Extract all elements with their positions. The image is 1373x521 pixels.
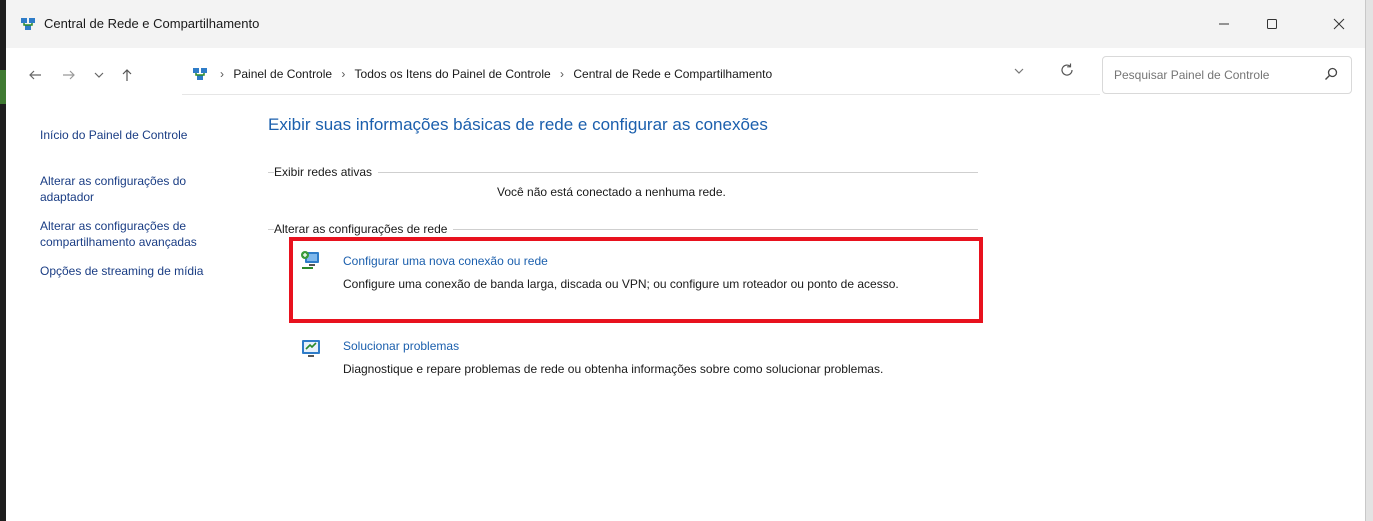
- breadcrumb-separator-icon[interactable]: ›: [341, 67, 345, 81]
- sidebar-item-adapter-settings[interactable]: Alterar as configurações do adaptador: [40, 173, 230, 205]
- close-icon: [1333, 18, 1345, 30]
- arrow-right-icon: [63, 70, 75, 80]
- recent-locations-button[interactable]: [88, 64, 110, 86]
- search-icon[interactable]: [1323, 66, 1339, 82]
- arrow-left-icon: [29, 70, 41, 80]
- refresh-icon: [1061, 63, 1073, 76]
- breadcrumb-item-central-rede[interactable]: Central de Rede e Compartilhamento: [573, 67, 772, 81]
- breadcrumb-item-todos-itens[interactable]: Todos os Itens do Painel de Controle: [355, 67, 551, 81]
- troubleshoot-description: Diagnostique e repare problemas de rede …: [343, 362, 884, 376]
- maximize-icon: [1267, 19, 1277, 29]
- new-connection-icon: [301, 251, 319, 269]
- close-button[interactable]: [1319, 10, 1359, 38]
- title-bar: Central de Rede e Compartilhamento: [6, 0, 1365, 48]
- breadcrumb-separator-icon[interactable]: ›: [560, 67, 564, 81]
- window-title: Central de Rede e Compartilhamento: [44, 16, 260, 31]
- back-button[interactable]: [24, 64, 46, 86]
- minimize-icon: [1219, 23, 1229, 25]
- troubleshoot-link[interactable]: Solucionar problemas: [343, 339, 459, 353]
- breadcrumb-separator-icon: ›: [220, 67, 224, 81]
- arrow-up-icon: [122, 69, 132, 81]
- address-history-button[interactable]: [1014, 65, 1024, 79]
- control-panel-window: Central de Rede e Compartilhamento › Pai…: [6, 0, 1365, 521]
- setup-new-connection-description: Configure uma conexão de banda larga, di…: [343, 277, 899, 291]
- maximize-button[interactable]: [1252, 10, 1292, 38]
- chevron-down-icon: [94, 72, 104, 78]
- active-networks-label: Exibir redes ativas: [274, 165, 379, 179]
- page-title: Exibir suas informações básicas de rede …: [268, 115, 768, 134]
- sidebar-item-control-panel-home[interactable]: Início do Painel de Controle: [40, 127, 187, 143]
- setup-new-connection-link[interactable]: Configurar uma nova conexão ou rede: [343, 254, 548, 268]
- minimize-button[interactable]: [1204, 10, 1244, 38]
- chevron-down-icon: [1014, 68, 1024, 74]
- control-panel-icon: [193, 68, 207, 80]
- breadcrumb: › Painel de Controle › Todos os Itens do…: [214, 67, 772, 81]
- troubleshoot-icon: [302, 340, 320, 357]
- up-button[interactable]: [116, 64, 138, 86]
- no-network-status: Você não está conectado a nenhuma rede.: [497, 185, 726, 199]
- network-center-icon: [21, 18, 35, 30]
- right-screen-edge: [1365, 0, 1373, 521]
- search-input[interactable]: [1112, 67, 1316, 83]
- sidebar-item-advanced-sharing[interactable]: Alterar as configurações de compartilham…: [40, 218, 255, 250]
- breadcrumb-item-painel[interactable]: Painel de Controle: [233, 67, 332, 81]
- sidebar-item-media-streaming[interactable]: Opções de streaming de mídia: [40, 263, 203, 279]
- change-settings-label: Alterar as configurações de rede: [274, 222, 454, 236]
- refresh-button[interactable]: [1059, 62, 1079, 82]
- forward-button[interactable]: [58, 64, 80, 86]
